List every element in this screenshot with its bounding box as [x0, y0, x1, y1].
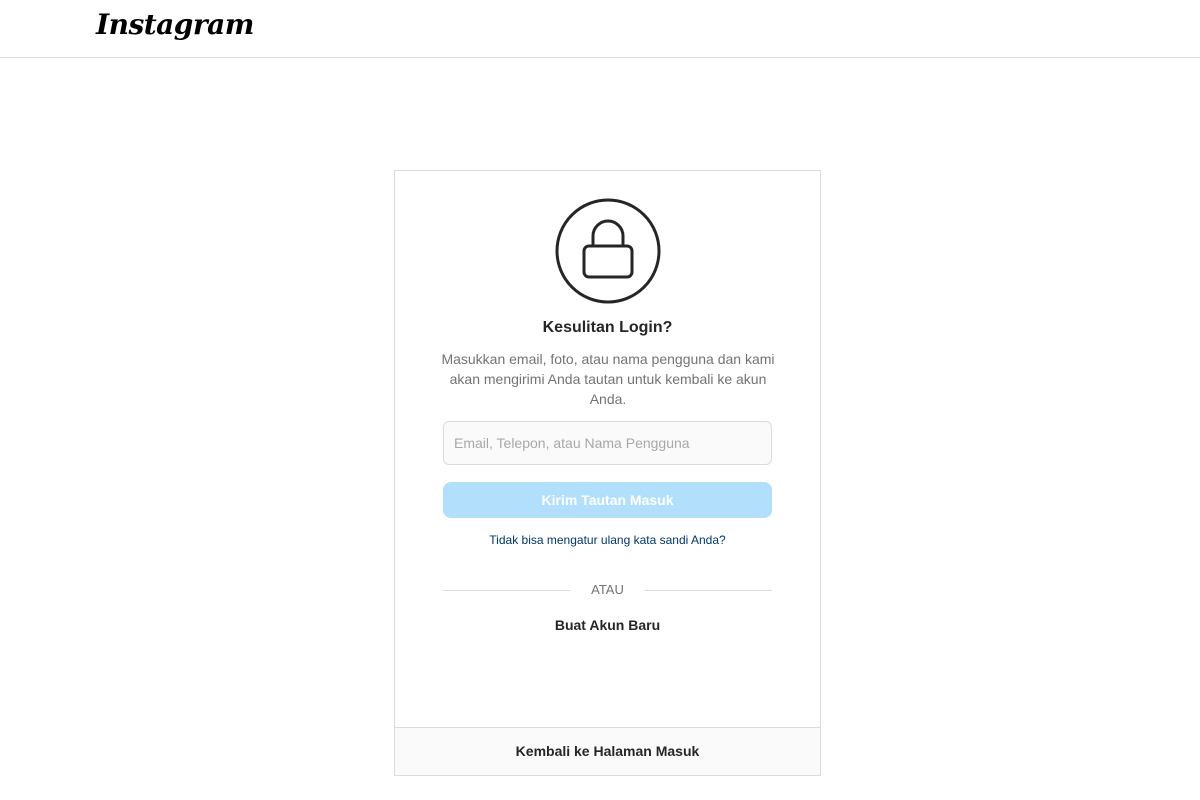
instructions-text: Masukkan email, foto, atau nama pengguna… — [441, 351, 775, 407]
send-login-link-button[interactable]: Kirim Tautan Masuk — [443, 482, 772, 518]
create-account-link[interactable]: Buat Akun Baru — [395, 617, 820, 633]
lock-icon — [555, 198, 661, 304]
divider-line-right — [645, 590, 772, 591]
top-navbar: Instagram — [0, 0, 1200, 58]
page-title: Kesulitan Login? — [542, 319, 673, 336]
identifier-input[interactable] — [443, 421, 772, 465]
back-to-login-button[interactable]: Kembali ke Halaman Masuk — [395, 727, 820, 775]
cant-reset-password-link[interactable]: Tidak bisa mengatur ulang kata sandi And… — [395, 533, 820, 547]
password-reset-card: Kesulitan Login? Masukkan email, foto, a… — [394, 170, 821, 776]
or-divider: ATAU — [443, 582, 772, 598]
instagram-logo[interactable]: Instagram — [96, 8, 254, 41]
